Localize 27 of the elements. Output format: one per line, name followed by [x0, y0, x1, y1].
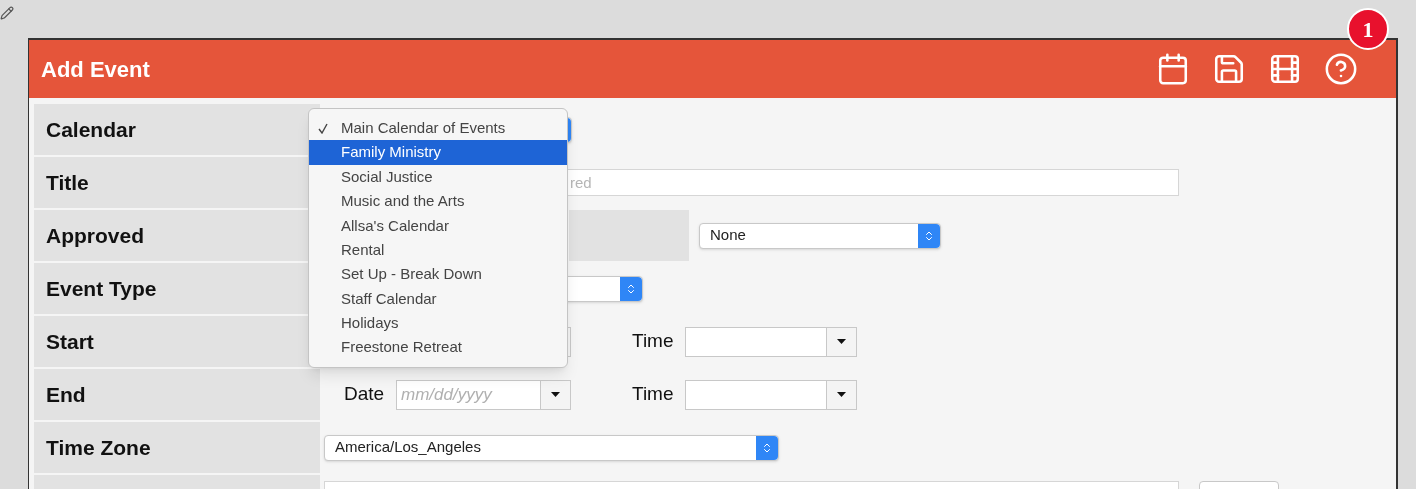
select-field[interactable]: None: [699, 222, 941, 249]
dropdown-button[interactable]: [826, 327, 856, 356]
caret-icon: [837, 392, 846, 397]
caret-icon: [551, 392, 560, 397]
field-label: Calendar: [34, 104, 320, 155]
title-input[interactable]: red: [565, 169, 1179, 196]
menu-item[interactable]: Family Ministry: [309, 140, 567, 165]
stepper-icon: [918, 223, 940, 248]
caret-icon: [837, 339, 846, 344]
panel-title: Add Event: [41, 55, 151, 84]
field-label: Time Zone: [34, 422, 320, 473]
combo-field[interactable]: [685, 379, 857, 410]
date-label: Date: [344, 382, 386, 407]
combo-field[interactable]: [685, 326, 857, 357]
notification-badge: 1: [1347, 8, 1389, 50]
film-icon[interactable]: [1268, 52, 1302, 86]
stepper-icon: [756, 435, 778, 460]
field-label: End: [34, 369, 320, 420]
calendar-icon[interactable]: [1156, 52, 1190, 86]
time-label: Time: [632, 329, 675, 354]
dropdown-button[interactable]: [540, 380, 570, 409]
save-icon[interactable]: [1212, 52, 1246, 86]
pencil-icon: [0, 6, 14, 20]
dropdown-button[interactable]: [826, 380, 856, 409]
select-field[interactable]: America/Los_Angeles: [324, 434, 779, 461]
help-icon[interactable]: [1324, 52, 1358, 86]
time-label: Time: [632, 382, 675, 407]
